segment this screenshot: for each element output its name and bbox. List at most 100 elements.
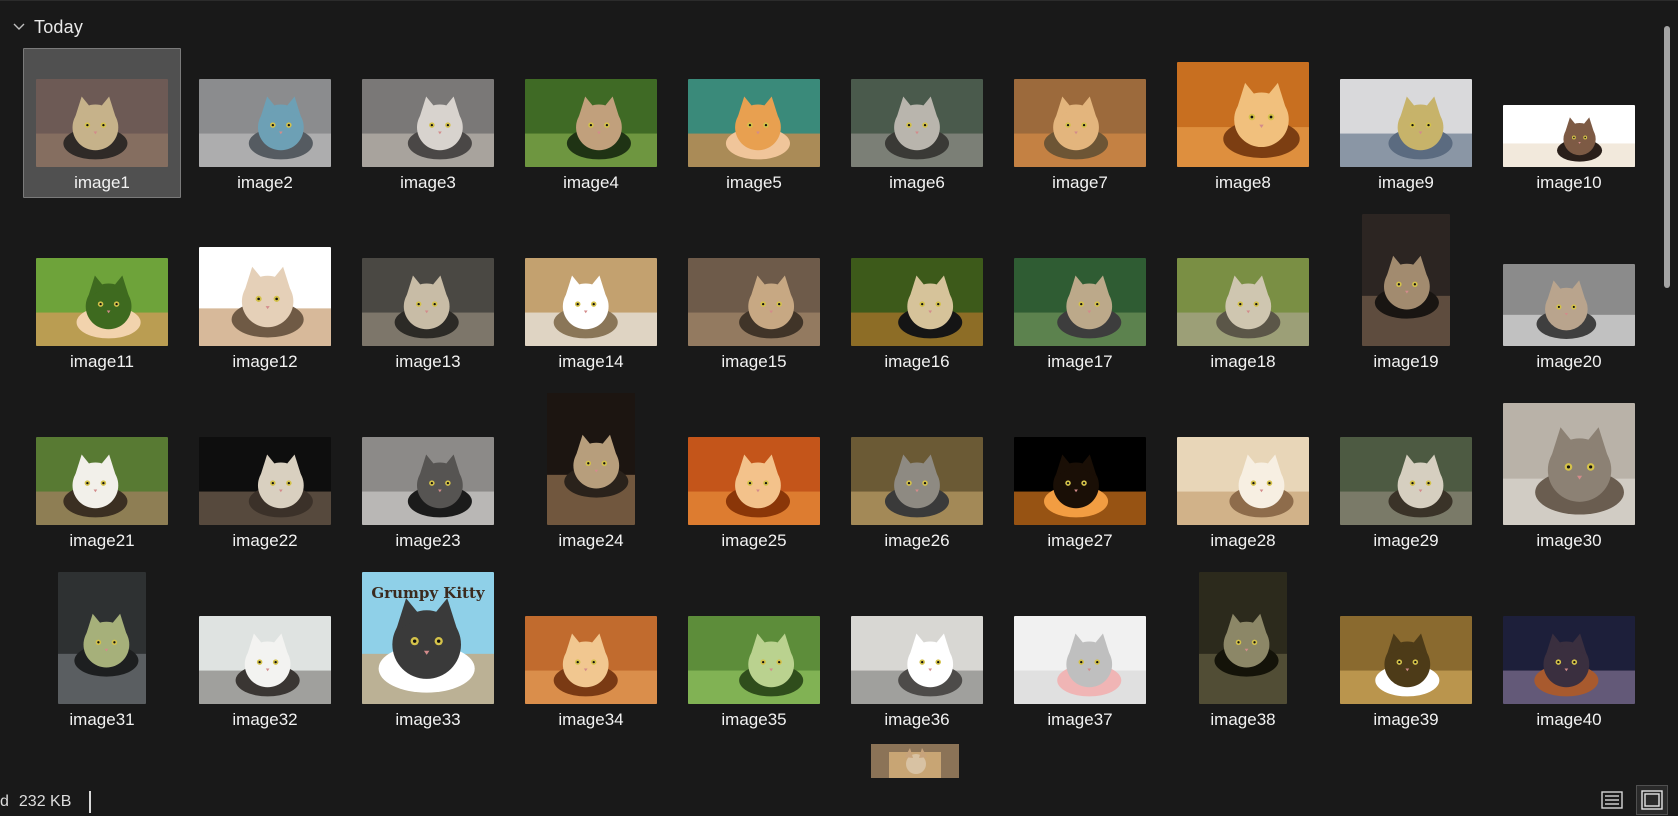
thumbnail-frame <box>187 586 343 704</box>
file-item-image26[interactable]: image26 <box>838 406 996 556</box>
thumbnail-image <box>688 79 820 167</box>
thumbnail-image <box>1340 616 1472 704</box>
file-name-label: image5 <box>726 173 782 192</box>
thumbnail-frame <box>839 586 995 704</box>
thumbnail-image <box>688 258 820 346</box>
file-item-image27[interactable]: image27 <box>1001 406 1159 556</box>
file-name-label: image10 <box>1536 173 1602 192</box>
file-item-image1[interactable]: image1 <box>23 48 181 198</box>
thumbnail-frame <box>1491 586 1647 704</box>
thumbnail-image <box>199 616 331 704</box>
file-item-image22[interactable]: image22 <box>186 406 344 556</box>
file-name-label: image30 <box>1536 531 1602 550</box>
file-item-image34[interactable]: image34 <box>512 585 670 735</box>
thumbnail-image <box>1503 403 1635 525</box>
large-icons-view-icon <box>1641 790 1663 810</box>
file-item-image37[interactable]: image37 <box>1001 585 1159 735</box>
thumbnail-image <box>688 437 820 525</box>
file-item-image5[interactable]: image5 <box>675 48 833 198</box>
file-item-image2[interactable]: image2 <box>186 48 344 198</box>
thumbnail-image <box>1340 79 1472 167</box>
thumbnail-image <box>525 258 657 346</box>
file-item-image40[interactable]: image40 <box>1490 585 1648 735</box>
file-name-label: image14 <box>558 352 624 371</box>
thumbnail-image <box>1014 79 1146 167</box>
file-item-image12[interactable]: image12 <box>186 227 344 377</box>
file-name-label: image15 <box>721 352 787 371</box>
thumbnail-frame <box>187 49 343 167</box>
file-item-image36[interactable]: image36 <box>838 585 996 735</box>
thumbnail-image <box>1362 214 1450 346</box>
file-item-image3[interactable]: image3 <box>349 48 507 198</box>
file-item-image35[interactable]: image35 <box>675 585 833 735</box>
thumbnail-frame <box>1328 214 1484 346</box>
file-item-image19[interactable]: image19 <box>1327 214 1485 377</box>
thumbnail-frame <box>1165 228 1321 346</box>
file-item-image20[interactable]: image20 <box>1490 227 1648 377</box>
file-item-image39[interactable]: image39 <box>1327 585 1485 735</box>
file-name-label: image21 <box>69 531 135 550</box>
file-item-image6[interactable]: image6 <box>838 48 996 198</box>
file-item-image21[interactable]: image21 <box>23 406 181 556</box>
file-item-image15[interactable]: image15 <box>675 227 833 377</box>
thumbnail-frame <box>1491 403 1647 525</box>
thumbnail-image <box>525 79 657 167</box>
file-item-image30[interactable]: image30 <box>1490 403 1648 556</box>
file-name-label: image27 <box>1047 531 1113 550</box>
file-name-label: image35 <box>721 710 787 729</box>
file-item-image18[interactable]: image18 <box>1164 227 1322 377</box>
file-item-image7[interactable]: image7 <box>1001 48 1159 198</box>
thumbnail-image <box>58 572 146 704</box>
file-name-label: image33 <box>395 710 461 729</box>
file-item-image32[interactable]: image32 <box>186 585 344 735</box>
file-name-label: image8 <box>1215 173 1271 192</box>
thumbnail-frame <box>187 407 343 525</box>
partial-thumbnail[interactable] <box>871 744 959 778</box>
file-name-label: image38 <box>1210 710 1276 729</box>
view-switcher <box>1596 785 1668 815</box>
thumbnail-image <box>1340 437 1472 525</box>
file-item-image16[interactable]: image16 <box>838 227 996 377</box>
file-item-image10[interactable]: image10 <box>1490 48 1648 198</box>
file-name-label: image13 <box>395 352 461 371</box>
thumbnail-image <box>525 616 657 704</box>
file-name-label: image39 <box>1373 710 1439 729</box>
file-item-image14[interactable]: image14 <box>512 227 670 377</box>
thumbnail-image <box>547 393 635 525</box>
file-name-label: image26 <box>884 531 950 550</box>
file-item-image33[interactable]: Grumpy Kitty image33 <box>349 572 507 735</box>
thumbnail-frame <box>24 407 180 525</box>
thumbnail-image <box>851 437 983 525</box>
file-item-image29[interactable]: image29 <box>1327 406 1485 556</box>
details-view-button[interactable] <box>1596 785 1628 815</box>
thumbnail-frame <box>1328 586 1484 704</box>
partial-thumbnail-image <box>871 744 959 778</box>
file-item-image25[interactable]: image25 <box>675 406 833 556</box>
vertical-scrollbar[interactable] <box>1664 26 1670 288</box>
file-item-image13[interactable]: image13 <box>349 227 507 377</box>
file-item-image31[interactable]: image31 <box>23 572 181 735</box>
file-item-image28[interactable]: image28 <box>1164 406 1322 556</box>
file-item-image38[interactable]: image38 <box>1164 572 1322 735</box>
file-name-label: image34 <box>558 710 624 729</box>
file-item-image8[interactable]: image8 <box>1164 48 1322 198</box>
thumbnail-frame <box>1002 49 1158 167</box>
thumbnail-frame <box>24 49 180 167</box>
thumbnail-frame <box>24 228 180 346</box>
file-item-image9[interactable]: image9 <box>1327 48 1485 198</box>
thumbnail-image <box>1177 62 1309 167</box>
file-name-label: image6 <box>889 173 945 192</box>
large-icons-view-button[interactable] <box>1636 785 1668 815</box>
file-item-image23[interactable]: image23 <box>349 406 507 556</box>
thumbnail-image <box>688 616 820 704</box>
file-name-label: image23 <box>395 531 461 550</box>
file-item-image4[interactable]: image4 <box>512 48 670 198</box>
file-name-label: image9 <box>1378 173 1434 192</box>
file-item-image11[interactable]: image11 <box>23 227 181 377</box>
file-name-label: image40 <box>1536 710 1602 729</box>
file-item-image24[interactable]: image24 <box>512 393 670 556</box>
thumbnail-image <box>362 258 494 346</box>
file-item-image17[interactable]: image17 <box>1001 227 1159 377</box>
file-name-label: image1 <box>74 173 130 192</box>
thumbnail-image <box>199 79 331 167</box>
